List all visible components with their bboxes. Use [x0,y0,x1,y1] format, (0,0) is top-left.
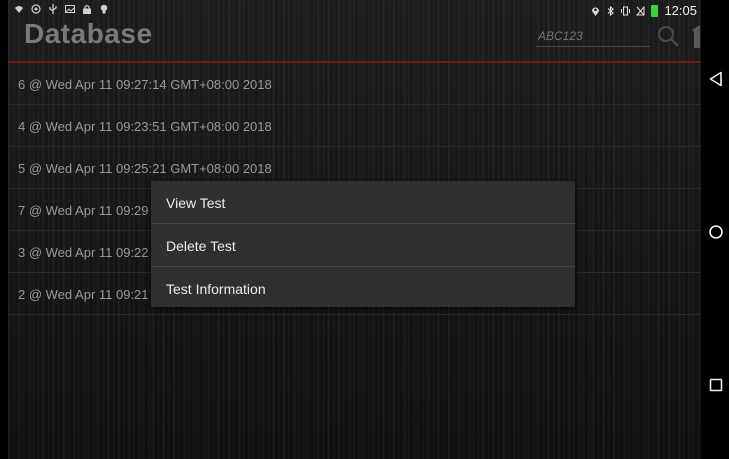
list-item-label: 7 @ Wed Apr 11 09:29 [18,203,149,218]
location-icon [31,4,41,14]
usb-icon [49,4,57,14]
bluetooth-icon [608,5,615,16]
navigation-bar [701,0,729,459]
menu-item-delete-test[interactable]: Delete Test [151,224,575,267]
menu-item-label: View Test [166,195,226,211]
home-icon[interactable] [708,224,724,240]
status-right-icons: 12:05 [591,3,697,18]
bulb-icon [100,4,108,14]
list-item-label: 3 @ Wed Apr 11 09:22 [18,245,149,260]
signal-icon [15,6,23,13]
menu-item-test-information[interactable]: Test Information [151,267,575,309]
context-menu: View Test Delete Test Test Information [151,181,575,307]
recents-icon[interactable] [708,377,724,393]
back-icon[interactable] [708,71,724,87]
image-icon [65,5,75,13]
search-input[interactable] [536,26,650,47]
battery-icon [651,4,659,17]
vibrate-icon [621,6,631,15]
status-left-icons [14,4,109,14]
menu-item-view-test[interactable]: View Test [151,181,575,224]
list-item-label: 6 @ Wed Apr 11 09:27:14 GMT+08:00 2018 [18,77,272,92]
lock-icon [83,4,91,14]
location-pin-icon [592,7,600,16]
list-item-label: 2 @ Wed Apr 11 09:21 [18,287,149,302]
list-item[interactable]: 6 @ Wed Apr 11 09:27:14 GMT+08:00 2018 [8,63,701,105]
overflow-icon[interactable] [688,24,701,48]
app-screen: 12:05 Database 6 @ Wed Apr 11 09:27:14 G… [8,0,701,459]
menu-item-label: Delete Test [166,238,236,254]
search-icon[interactable] [656,24,680,48]
no-sim-icon [636,5,645,15]
list-item-label: 5 @ Wed Apr 11 09:25:21 GMT+08:00 2018 [18,161,272,176]
page-title: Database [24,18,153,49]
menu-item-label: Test Information [166,281,266,297]
status-time: 12:05 [664,3,697,18]
list-item-label: 4 @ Wed Apr 11 09:23:51 GMT+08:00 2018 [18,119,272,134]
list-item[interactable]: 4 @ Wed Apr 11 09:23:51 GMT+08:00 2018 [8,105,701,147]
